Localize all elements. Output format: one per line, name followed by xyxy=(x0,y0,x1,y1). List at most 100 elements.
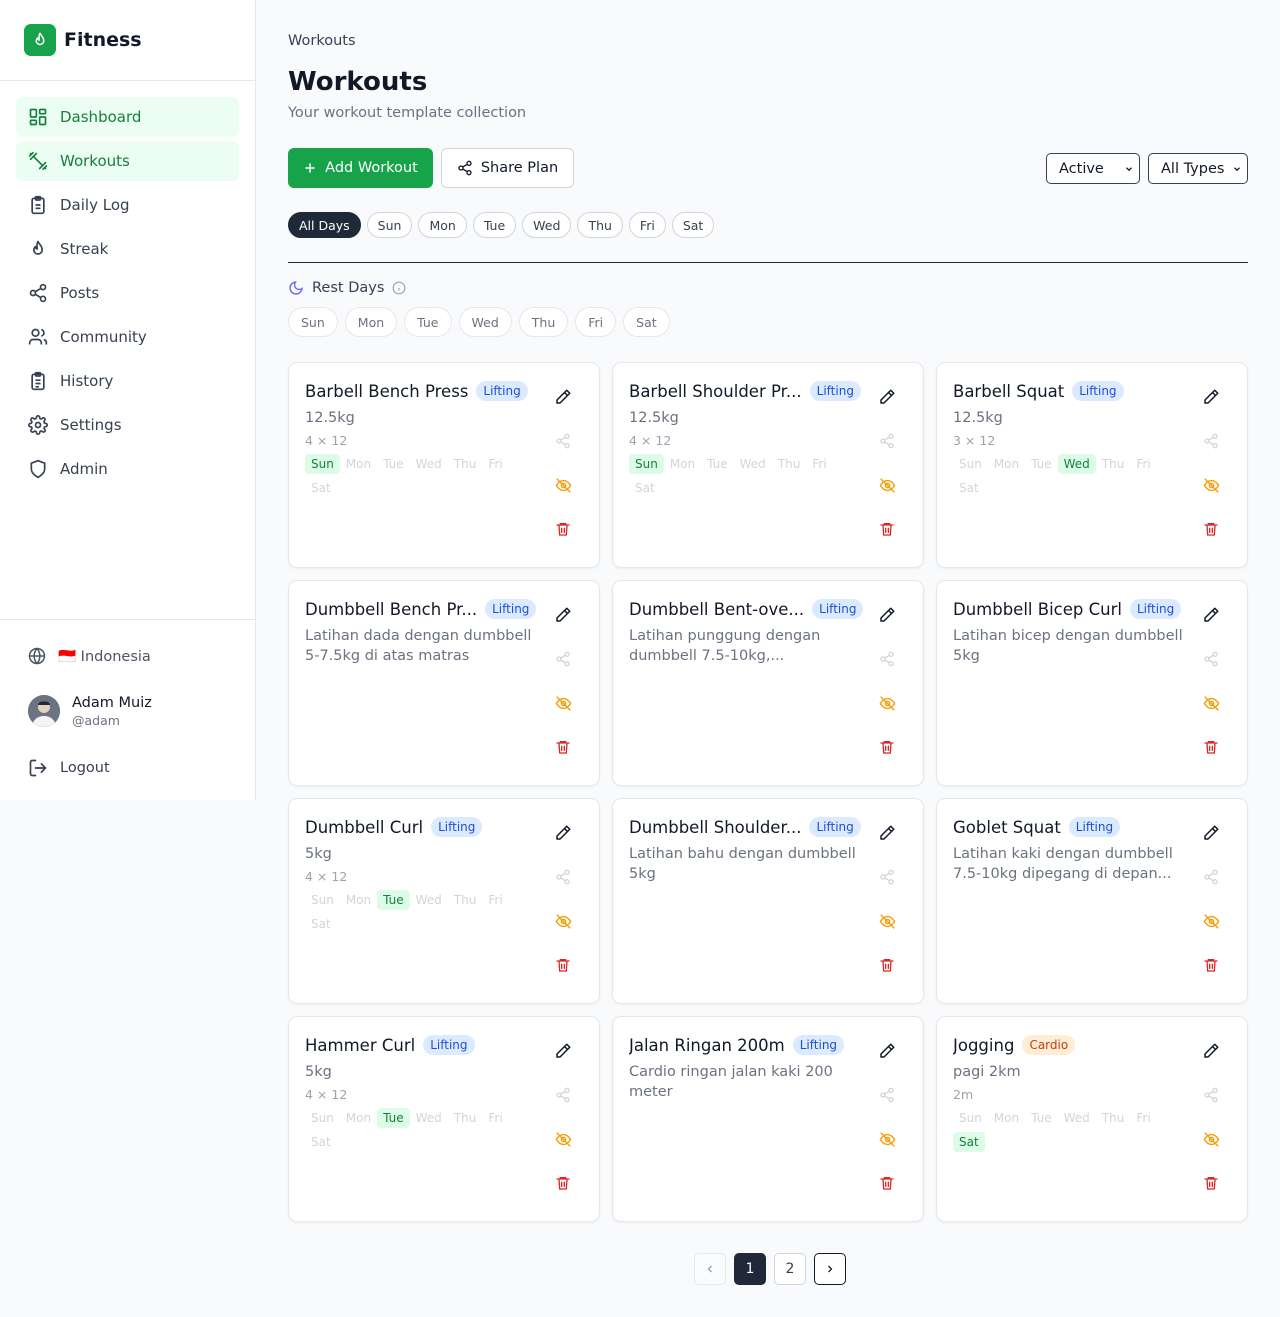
edit-button[interactable] xyxy=(867,377,907,417)
delete-button[interactable] xyxy=(1191,945,1231,985)
brand[interactable]: Fitness xyxy=(0,0,255,81)
delete-button[interactable] xyxy=(867,509,907,549)
sidebar-item-settings[interactable]: Settings xyxy=(16,405,239,445)
edit-button[interactable] xyxy=(1191,813,1231,853)
rest-day-chip[interactable]: Fri xyxy=(575,307,617,337)
next-page-button[interactable] xyxy=(814,1253,846,1285)
day-filter-chip[interactable]: Fri xyxy=(628,212,666,238)
hide-button[interactable] xyxy=(543,683,583,723)
delete-button[interactable] xyxy=(1191,509,1231,549)
rest-day-chip[interactable]: Mon xyxy=(344,307,398,337)
edit-button[interactable] xyxy=(1191,1031,1231,1071)
share-button[interactable] xyxy=(867,857,907,897)
hide-button[interactable] xyxy=(867,465,907,505)
rest-day-chip[interactable]: Wed xyxy=(458,307,512,337)
day-filter-chip[interactable]: Tue xyxy=(472,212,517,238)
hide-button[interactable] xyxy=(543,1119,583,1159)
user-profile[interactable]: Adam Muiz @adam xyxy=(16,682,239,740)
share-button[interactable] xyxy=(1191,639,1231,679)
edit-button[interactable] xyxy=(543,1031,583,1071)
workout-card[interactable]: Jalan Ringan 200m Lifting Cardio ringan ja… xyxy=(612,1016,924,1222)
share-button[interactable] xyxy=(543,639,583,679)
sidebar-item-workouts[interactable]: Workouts xyxy=(16,141,239,181)
edit-button[interactable] xyxy=(867,813,907,853)
status-select[interactable]: Active xyxy=(1046,153,1140,184)
history-icon xyxy=(31,371,45,391)
hide-button[interactable] xyxy=(543,465,583,505)
delete-button[interactable] xyxy=(543,1163,583,1203)
locale-switcher[interactable]: 🇮🇩 Indonesia xyxy=(16,636,239,676)
rest-day-chip[interactable]: Sun xyxy=(288,307,338,337)
flame-logo-icon xyxy=(24,24,56,56)
day-filter-chip[interactable]: Sat xyxy=(671,212,715,238)
sidebar-item-daily-log[interactable]: Daily Log xyxy=(16,185,239,225)
delete-button[interactable] xyxy=(1191,727,1231,767)
share-button[interactable] xyxy=(543,1075,583,1115)
rest-day-chip[interactable]: Thu xyxy=(518,307,569,337)
rest-day-chip[interactable]: Tue xyxy=(404,307,452,337)
delete-button[interactable] xyxy=(543,727,583,767)
workout-card[interactable]: Dumbbell Curl Lifting 5kg 4 × 12 Sun Mon Tue We… xyxy=(288,798,600,1004)
delete-button[interactable] xyxy=(867,945,907,985)
workout-card[interactable]: Jogging Cardio pagi 2km 2m Sun Mon Tue Wed Thu Fr… xyxy=(936,1016,1248,1222)
edit-button[interactable] xyxy=(543,595,583,635)
sidebar-item-history[interactable]: History xyxy=(16,361,239,401)
workout-card[interactable]: Barbell Bench Press Lifting 12.5kg 4 × 12 Su… xyxy=(288,362,600,568)
share-button[interactable] xyxy=(867,421,907,461)
sidebar-item-community[interactable]: Community xyxy=(16,317,239,357)
share-plan-button[interactable]: Share Plan xyxy=(441,148,574,188)
rest-day-chip[interactable]: Sat xyxy=(623,307,670,337)
workout-card[interactable]: Dumbbell Shoulder... Lifting Latihan bahu … xyxy=(612,798,924,1004)
share-button[interactable] xyxy=(1191,857,1231,897)
day-filter-chip[interactable]: Mon xyxy=(418,212,467,238)
share-button[interactable] xyxy=(543,857,583,897)
day-filter-chip[interactable]: All Days xyxy=(288,212,361,238)
hide-button[interactable] xyxy=(1191,465,1231,505)
workout-card[interactable]: Barbell Squat Lifting 12.5kg 3 × 12 Sun Mon Tu… xyxy=(936,362,1248,568)
day-filter-chip[interactable]: Wed xyxy=(522,212,572,238)
hide-button[interactable] xyxy=(1191,1119,1231,1159)
type-select[interactable]: All Types xyxy=(1148,153,1248,184)
edit-button[interactable] xyxy=(543,377,583,417)
day-filter-chip[interactable]: Thu xyxy=(577,212,623,238)
delete-button[interactable] xyxy=(543,945,583,985)
workout-card[interactable]: Dumbbell Bicep Curl Lifting Latihan bicep … xyxy=(936,580,1248,786)
hide-button[interactable] xyxy=(543,901,583,941)
share-button[interactable] xyxy=(1191,421,1231,461)
prev-page-button[interactable] xyxy=(694,1253,726,1285)
breadcrumb[interactable]: Workouts xyxy=(288,33,356,49)
sidebar-item-streak[interactable]: Streak xyxy=(16,229,239,269)
edit-button[interactable] xyxy=(1191,377,1231,417)
add-workout-button[interactable]: Add Workout xyxy=(288,148,433,188)
delete-button[interactable] xyxy=(1191,1163,1231,1203)
edit-button[interactable] xyxy=(867,1031,907,1071)
sidebar-item-posts[interactable]: Posts xyxy=(16,273,239,313)
share-button[interactable] xyxy=(867,1075,907,1115)
workout-card[interactable]: Dumbbell Bench Pr... Lifting Latihan dada … xyxy=(288,580,600,786)
delete-button[interactable] xyxy=(543,509,583,549)
edit-button[interactable] xyxy=(867,595,907,635)
workout-card[interactable]: Barbell Shoulder Pr... Lifting 12.5kg 4 × 1… xyxy=(612,362,924,568)
delete-button[interactable] xyxy=(867,1163,907,1203)
sidebar-item-admin[interactable]: Admin xyxy=(16,449,239,489)
hide-button[interactable] xyxy=(867,1119,907,1159)
sidebar-item-dashboard[interactable]: Dashboard xyxy=(16,97,239,137)
edit-button[interactable] xyxy=(543,813,583,853)
workout-card[interactable]: Hammer Curl Lifting 5kg 4 × 12 Sun Mon Tue Wed T… xyxy=(288,1016,600,1222)
page-button[interactable]: 2 xyxy=(774,1253,806,1285)
logout-button[interactable]: Logout xyxy=(16,748,239,788)
info-icon[interactable] xyxy=(392,281,406,295)
page-button[interactable]: 1 xyxy=(734,1253,766,1285)
hide-button[interactable] xyxy=(867,901,907,941)
share-button[interactable] xyxy=(1191,1075,1231,1115)
share-button[interactable] xyxy=(867,639,907,679)
edit-button[interactable] xyxy=(1191,595,1231,635)
day-filter-chip[interactable]: Sun xyxy=(366,212,413,238)
workout-card[interactable]: Goblet Squat Lifting Latihan kaki dengan d… xyxy=(936,798,1248,1004)
hide-button[interactable] xyxy=(1191,901,1231,941)
delete-button[interactable] xyxy=(867,727,907,767)
hide-button[interactable] xyxy=(867,683,907,723)
hide-button[interactable] xyxy=(1191,683,1231,723)
workout-card[interactable]: Dumbbell Bent-ove... Lifting Latihan pungg… xyxy=(612,580,924,786)
share-button[interactable] xyxy=(543,421,583,461)
